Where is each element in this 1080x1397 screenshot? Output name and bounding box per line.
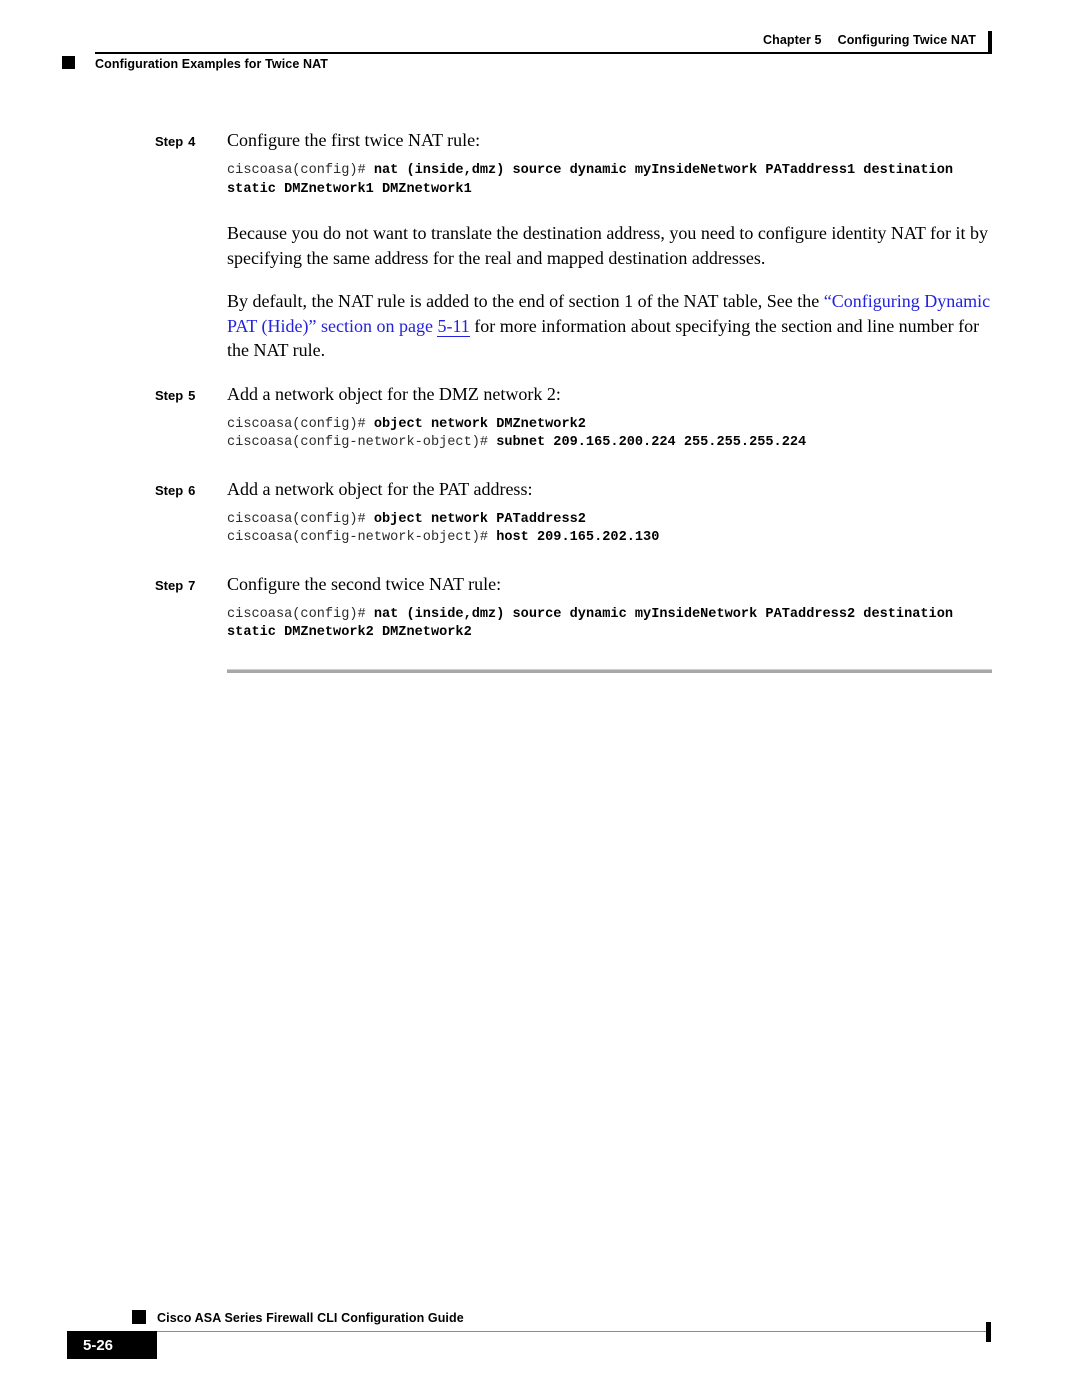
code-command: static DMZnetwork2 DMZnetwork2: [227, 625, 472, 640]
footer-right-tick-mark: [986, 1322, 991, 1342]
code-block-5: ciscoasa(config)# object network DMZnetw…: [227, 416, 1017, 453]
step-row-4: Step 4 Configure the first twice NAT rule…: [0, 128, 1080, 152]
step-row-7: Step 7 Configure the second twice NAT rul…: [0, 572, 1080, 596]
code-line: ciscoasa(config-network-object)# host 20…: [227, 529, 1017, 548]
code-command: host 209.165.202.130: [496, 530, 660, 545]
step-text-6: Add a network object for the PAT address…: [227, 478, 533, 499]
footer-guide-title: Cisco ASA Series Firewall CLI Configurat…: [157, 1311, 464, 1325]
step-label-4: Step 4: [155, 134, 227, 149]
step-number-4: 4: [188, 134, 196, 149]
paragraph-default-rule: By default, the NAT rule is added to the…: [227, 289, 992, 363]
code-block-7: ciscoasa(config)# nat (inside,dmz) sourc…: [227, 606, 1017, 643]
step-number-6: 6: [188, 482, 196, 498]
code-command: nat (inside,dmz) source dynamic myInside…: [373, 163, 954, 178]
code-line: static DMZnetwork2 DMZnetwork2: [227, 624, 1017, 643]
step-text-5: Add a network object for the DMZ network…: [227, 383, 561, 404]
step-word-4: Step: [155, 134, 184, 149]
code-line: ciscoasa(config)# object network PATaddr…: [227, 511, 1017, 530]
code-command: nat (inside,dmz) source dynamic myInside…: [373, 606, 954, 622]
footer-bullet-square-icon: [132, 1310, 146, 1324]
step-row-5: Step 5 Add a network object for the DMZ n…: [0, 382, 1080, 406]
code-prompt: ciscoasa(config)#: [227, 606, 374, 622]
code-block-6: ciscoasa(config)# object network PATaddr…: [227, 511, 1017, 548]
step-block-4: Step 4 Configure the first twice NAT rule…: [0, 128, 1080, 199]
code-block-4: ciscoasa(config)# nat (inside,dmz) sourc…: [227, 162, 1017, 199]
footer-page-number: 5-26: [82, 1336, 114, 1354]
step-word-7: Step: [155, 577, 184, 593]
code-line: ciscoasa(config)# object network DMZnetw…: [227, 416, 1017, 435]
step-number-5: 5: [188, 387, 196, 403]
footer-divider-rule: [135, 1331, 990, 1332]
step-label-6: Step 6: [155, 483, 227, 498]
page-header: Chapter 5 Configuring Twice NAT Configura…: [0, 0, 1080, 90]
page-content: Step 4 Configure the first twice NAT rule…: [0, 128, 1080, 673]
step-word-6: Step: [155, 482, 184, 498]
link-page-number-5-11[interactable]: 5-11: [437, 315, 470, 337]
step-block-5: Step 5 Add a network object for the DMZ n…: [0, 382, 1080, 453]
code-line: static DMZnetwork1 DMZnetwork1: [227, 181, 1017, 200]
header-chapter-title: Configuring Twice NAT: [837, 33, 976, 47]
step-text-4: Configure the first twice NAT rule:: [227, 130, 481, 150]
header-bullet-square-icon: [62, 56, 75, 69]
header-section-title: Configuration Examples for Twice NAT: [95, 57, 329, 71]
header-divider-rule: [95, 52, 992, 54]
step-label-7: Step 7: [155, 578, 227, 593]
code-line: ciscoasa(config)# nat (inside,dmz) sourc…: [227, 162, 1017, 181]
step-row-6: Step 6 Add a network object for the PAT a…: [0, 477, 1080, 501]
header-chapter-info: Chapter 5 Configuring Twice NAT: [763, 33, 976, 47]
paragraph-default-rule-pre: By default, the NAT rule is added to the…: [227, 291, 824, 311]
step-number-7: 7: [188, 577, 196, 593]
header-right-tick-mark: [988, 31, 992, 52]
header-chapter-number: Chapter 5: [763, 33, 822, 47]
code-line: ciscoasa(config-network-object)# subnet …: [227, 434, 1017, 453]
step-block-7: Step 7 Configure the second twice NAT rul…: [0, 572, 1080, 643]
code-prompt: ciscoasa(config-network-object)#: [227, 530, 497, 545]
paragraph-identity-nat: Because you do not want to translate the…: [227, 223, 988, 268]
code-command: static DMZnetwork1 DMZnetwork1: [227, 181, 472, 197]
step-label-5: Step 5: [155, 388, 227, 403]
code-line: ciscoasa(config)# nat (inside,dmz) sourc…: [227, 606, 1017, 625]
code-prompt: ciscoasa(config)#: [227, 163, 374, 178]
step-word-5: Step: [155, 387, 184, 403]
section-end-rule: [227, 668, 992, 673]
code-command: subnet 209.165.200.224 255.255.255.224: [496, 435, 807, 450]
step-text-7: Configure the second twice NAT rule:: [227, 573, 502, 594]
code-command: object network DMZnetwork2: [373, 416, 586, 432]
code-prompt: ciscoasa(config-network-object)#: [227, 435, 497, 450]
code-command: object network PATaddress2: [373, 511, 586, 527]
code-prompt: ciscoasa(config)#: [227, 416, 374, 432]
code-prompt: ciscoasa(config)#: [227, 511, 374, 527]
step-block-6: Step 6 Add a network object for the PAT a…: [0, 477, 1080, 548]
